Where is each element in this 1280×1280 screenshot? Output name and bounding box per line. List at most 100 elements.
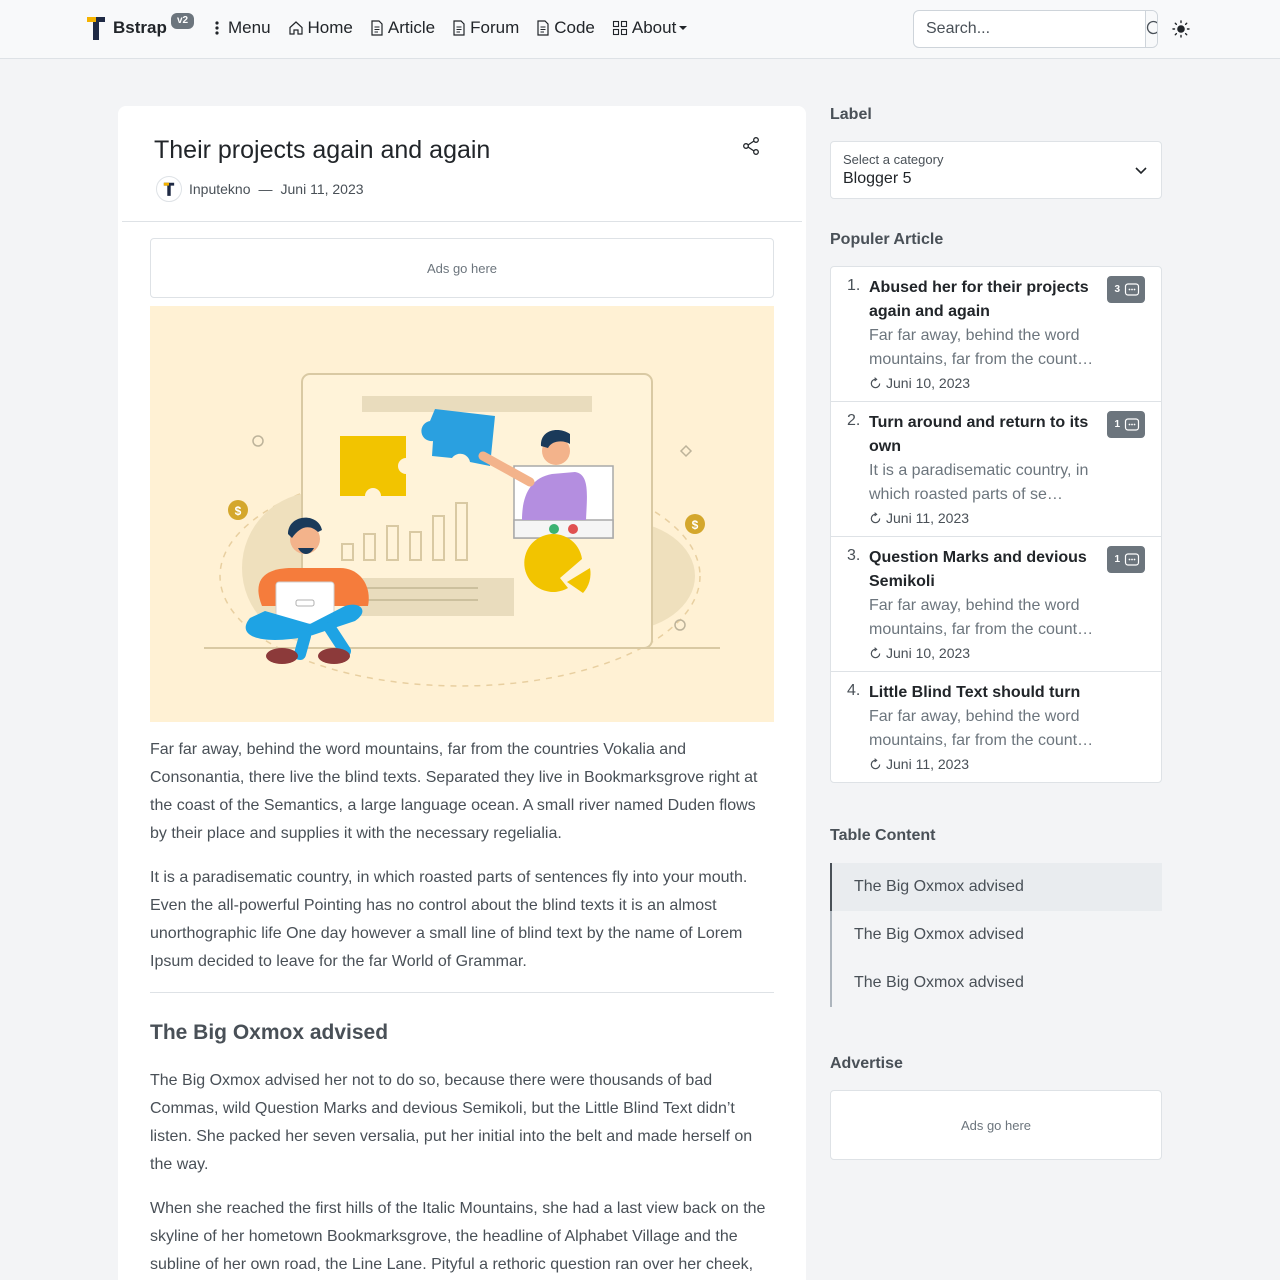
popular-item-number: 4. bbox=[847, 682, 861, 699]
comment-count-badge[interactable]: 1 bbox=[1107, 546, 1145, 573]
select-label: Select a category bbox=[843, 152, 944, 167]
popular-item-date-row: Juni 10, 2023 bbox=[869, 645, 1145, 661]
author-avatar[interactable] bbox=[156, 176, 182, 202]
popular-list: 1. Abused her for their projects again a… bbox=[830, 266, 1162, 783]
brand-name: Bstrap bbox=[113, 18, 167, 37]
sun-icon bbox=[1172, 20, 1190, 38]
label-heading: Label bbox=[830, 106, 872, 123]
toc-heading: Table Content bbox=[830, 827, 936, 844]
comment-count-badge[interactable]: 1 bbox=[1107, 411, 1145, 438]
popular-item[interactable]: 3. Question Marks and devious Semikoli F… bbox=[831, 537, 1161, 672]
toc-item[interactable]: The Big Oxmox advised bbox=[832, 959, 1162, 1007]
brand[interactable]: Bstrap v2 bbox=[86, 13, 195, 42]
search-box bbox=[913, 10, 1158, 48]
popular-item-excerpt: Far far away, behind the word mountains,… bbox=[869, 708, 1094, 749]
nav-code[interactable]: Code bbox=[536, 18, 595, 38]
header-divider bbox=[122, 221, 802, 222]
select-value: Blogger 5 bbox=[843, 170, 912, 187]
post-date: Juni 11, 2023 bbox=[280, 181, 364, 197]
popular-item-number: 3. bbox=[847, 547, 861, 564]
nav-home-label: Home bbox=[307, 18, 353, 37]
refresh-icon bbox=[870, 511, 881, 523]
hero-image: $ $ bbox=[204, 373, 720, 687]
comment-count-badge[interactable]: 3 bbox=[1107, 276, 1145, 303]
nav-menu-label: Menu bbox=[228, 18, 271, 37]
popular-item-date-row: Juni 11, 2023 bbox=[869, 510, 1145, 526]
category-select[interactable]: Select a category Blogger 5 bbox=[830, 141, 1162, 199]
caret-down-icon bbox=[679, 26, 688, 30]
post-title: Their projects again and again bbox=[154, 136, 491, 164]
post-paragraph: It is a paradisematic country, in which … bbox=[150, 869, 748, 970]
popular-item-title[interactable]: Question Marks and devious Semikoli bbox=[869, 546, 1094, 594]
search-input[interactable] bbox=[914, 11, 1145, 47]
comment-icon bbox=[1124, 282, 1140, 296]
vertical-dots-icon bbox=[215, 21, 219, 35]
grid-icon bbox=[612, 20, 627, 36]
main-nav: Menu Home Article Forum Code About bbox=[210, 18, 704, 38]
theme-toggle[interactable] bbox=[1172, 20, 1190, 43]
table-of-contents: The Big Oxmox advised The Big Oxmox advi… bbox=[830, 863, 1162, 1007]
version-badge: v2 bbox=[171, 13, 195, 29]
nav-forum[interactable]: Forum bbox=[452, 18, 519, 38]
nav-code-label: Code bbox=[554, 18, 595, 37]
toc-item[interactable]: The Big Oxmox advised bbox=[832, 911, 1162, 959]
svg-text:$: $ bbox=[692, 518, 699, 532]
popular-heading: Populer Article bbox=[830, 231, 944, 248]
brand-logo-icon bbox=[163, 182, 175, 196]
popular-item-excerpt: Far far away, behind the word mountains,… bbox=[869, 597, 1094, 638]
toc-item[interactable]: The Big Oxmox advised bbox=[830, 863, 1162, 911]
popular-item-title[interactable]: Abused her for their projects again and … bbox=[869, 276, 1094, 324]
refresh-icon bbox=[870, 757, 881, 769]
nav-menu[interactable]: Menu bbox=[210, 18, 271, 38]
nav-home[interactable]: Home bbox=[288, 18, 353, 38]
document-icon bbox=[537, 20, 549, 36]
post-paragraph: The Big Oxmox advised her not to do so, … bbox=[150, 1072, 753, 1173]
author-name[interactable]: Inputekno bbox=[189, 181, 251, 197]
search-button[interactable] bbox=[1145, 11, 1157, 47]
section-heading: The Big Oxmox advised bbox=[150, 1021, 389, 1044]
popular-item-date: Juni 11, 2023 bbox=[886, 510, 970, 526]
popular-item-excerpt: Far far away, behind the word mountains,… bbox=[869, 327, 1094, 368]
popular-item-number: 2. bbox=[847, 412, 861, 429]
svg-text:$: $ bbox=[235, 504, 242, 518]
popular-item-date: Juni 11, 2023 bbox=[886, 756, 970, 772]
sidebar-ad-slot: Ads go here bbox=[830, 1090, 1162, 1160]
share-button[interactable] bbox=[741, 136, 761, 161]
popular-item[interactable]: 2. Turn around and return to its own It … bbox=[831, 402, 1161, 537]
popular-item[interactable]: 4. Little Blind Text should turn Far far… bbox=[831, 672, 1161, 782]
brand-logo-icon bbox=[87, 17, 105, 40]
chevron-down-icon bbox=[1135, 167, 1147, 175]
post-paragraph: Far far away, behind the word mountains,… bbox=[150, 741, 758, 842]
search-icon bbox=[1146, 20, 1157, 35]
post-content: Far far away, behind the word mountains,… bbox=[150, 736, 774, 1280]
popular-item-date: Juni 10, 2023 bbox=[886, 375, 971, 391]
article-card: Their projects again and again Inputekno… bbox=[118, 106, 806, 1280]
comment-icon bbox=[1124, 417, 1140, 431]
navbar: Bstrap v2 Menu Home Article Forum Code A… bbox=[0, 0, 1280, 59]
refresh-icon bbox=[870, 646, 881, 658]
content-divider bbox=[150, 992, 774, 993]
nav-forum-label: Forum bbox=[470, 18, 520, 37]
comment-icon bbox=[1124, 552, 1140, 566]
post-meta: Inputekno — Juni 11, 2023 bbox=[156, 176, 364, 202]
meta-separator: — bbox=[258, 181, 273, 197]
comment-count: 1 bbox=[1114, 554, 1120, 565]
ad-slot: Ads go here bbox=[150, 238, 774, 298]
popular-item-title[interactable]: Turn around and return to its own bbox=[869, 411, 1094, 459]
nav-about-dropdown[interactable]: About bbox=[612, 18, 688, 38]
refresh-icon bbox=[870, 376, 881, 388]
popular-item-number: 1. bbox=[847, 277, 861, 294]
popular-item[interactable]: 1. Abused her for their projects again a… bbox=[831, 267, 1161, 402]
post-paragraph: When she reached the first hills of the … bbox=[150, 1200, 766, 1273]
document-icon bbox=[371, 20, 383, 36]
popular-item-title[interactable]: Little Blind Text should turn bbox=[869, 681, 1094, 705]
popular-item-date: Juni 10, 2023 bbox=[886, 645, 971, 661]
nav-article[interactable]: Article bbox=[370, 18, 435, 38]
nav-about-label: About bbox=[631, 18, 677, 37]
document-icon bbox=[453, 20, 465, 36]
comment-count: 1 bbox=[1114, 419, 1120, 430]
share-icon bbox=[743, 137, 759, 155]
popular-item-date-row: Juni 10, 2023 bbox=[869, 375, 1145, 391]
home-icon bbox=[288, 21, 303, 35]
popular-item-excerpt: It is a paradisematic country, in which … bbox=[869, 462, 1089, 503]
